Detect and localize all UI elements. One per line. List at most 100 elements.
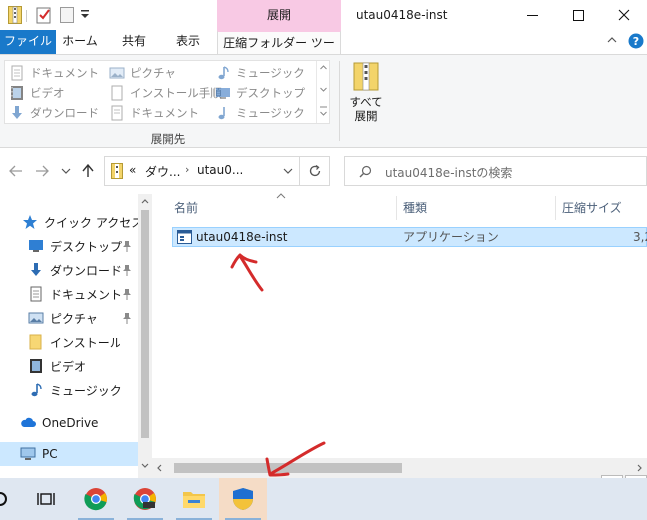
- file-explorer-icon[interactable]: [170, 478, 218, 520]
- dest-downloads[interactable]: ダウンロード: [9, 103, 99, 123]
- nav-label: ドキュメント: [50, 287, 123, 302]
- minimize-button[interactable]: [509, 0, 555, 30]
- zip-folder-icon: [111, 163, 123, 179]
- star-icon: [23, 215, 37, 229]
- nav-pc[interactable]: PC: [0, 442, 138, 466]
- dest-label: ビデオ: [30, 86, 65, 100]
- dest-label: デスクトップ: [236, 86, 305, 100]
- music-icon: [31, 383, 42, 397]
- pin-icon: [122, 288, 132, 300]
- address-dropdown-icon[interactable]: [283, 168, 293, 174]
- refresh-button[interactable]: [300, 156, 330, 186]
- properties-icon[interactable]: [36, 6, 52, 24]
- search-placeholder: utau0418e-instの検索: [385, 166, 513, 180]
- annotation-arrow: [262, 437, 328, 481]
- collapse-ribbon-icon[interactable]: [607, 36, 617, 44]
- destinations-scroll[interactable]: [316, 61, 329, 123]
- chrome-beta-icon[interactable]: [121, 478, 169, 520]
- new-folder-icon[interactable]: [60, 7, 74, 23]
- separator: [26, 10, 27, 22]
- tab-file[interactable]: ファイル: [0, 30, 56, 54]
- dest-desktop[interactable]: デスクトップ: [215, 83, 305, 103]
- window-title: utau0418e-inst: [356, 8, 448, 22]
- navigation-pane: クイック アクセス デスクトップ ダウンロード ドキュメント ピクチャ インスト…: [0, 194, 152, 478]
- search-icon[interactable]: [0, 478, 24, 520]
- tab-view[interactable]: 表示: [166, 30, 210, 54]
- file-type: アプリケーション: [403, 230, 499, 244]
- file-name: utau0418e-inst: [196, 230, 288, 244]
- address-bar[interactable]: « ダウ... › utau0...: [104, 156, 300, 186]
- navigation-pane-scrollbar[interactable]: [138, 194, 152, 478]
- dest-label: ピクチャ: [130, 66, 176, 80]
- taskbar: [0, 478, 647, 520]
- nav-label: ピクチャ: [50, 311, 98, 326]
- extract-all-label-1: すべて: [349, 95, 383, 109]
- computer-icon: [20, 447, 36, 460]
- annotation-arrow: [228, 250, 268, 294]
- nav-label: デスクトップ: [50, 239, 123, 254]
- task-view-icon[interactable]: [22, 478, 70, 520]
- tab-share[interactable]: 共有: [112, 30, 156, 54]
- music-icon: [218, 66, 229, 80]
- dest-install-guide[interactable]: インストール手順: [109, 83, 222, 103]
- dest-videos[interactable]: ビデオ: [9, 83, 65, 103]
- zip-folder-icon: [346, 61, 386, 91]
- document-icon: [111, 105, 123, 121]
- pin-icon: [122, 240, 132, 252]
- nav-label: クイック アクセス: [44, 215, 144, 230]
- desktop-icon: [29, 240, 43, 252]
- back-arrow-icon[interactable]: [6, 162, 26, 180]
- nav-install-guide[interactable]: インストール手順: [28, 330, 120, 354]
- nav-label: ダウンロード: [50, 263, 123, 278]
- document-icon: [111, 85, 123, 101]
- ribbon: ドキュメント ピクチャ ミュージック ビデオ インストール手順 デスクトップ ダ…: [0, 54, 647, 148]
- ribbon-separator: [339, 61, 340, 141]
- tab-home[interactable]: ホーム: [58, 30, 102, 54]
- extract-all-button[interactable]: すべて 展開: [346, 61, 386, 131]
- breadcrumb-downloads[interactable]: ダウ...: [145, 163, 180, 180]
- up-arrow-icon[interactable]: [78, 162, 98, 180]
- document-icon: [11, 65, 23, 81]
- column-header-name[interactable]: 名前: [168, 194, 396, 222]
- forward-arrow-icon[interactable]: [32, 162, 52, 180]
- breadcrumb-current[interactable]: utau0...: [197, 163, 243, 177]
- horizontal-scrollbar[interactable]: [152, 458, 647, 478]
- search-box[interactable]: utau0418e-instの検索: [344, 156, 647, 186]
- pin-icon: [122, 264, 132, 276]
- download-icon: [31, 263, 41, 276]
- nav-label: PC: [42, 447, 58, 461]
- application-icon: [177, 230, 192, 244]
- nav-label: ミュージック: [50, 383, 122, 398]
- dest-pictures[interactable]: ピクチャ: [109, 63, 176, 83]
- dest-documents-2[interactable]: ドキュメント: [109, 103, 199, 123]
- folder-icon: [29, 334, 42, 350]
- nav-label: ビデオ: [50, 359, 87, 374]
- nav-label: OneDrive: [42, 416, 99, 430]
- column-header-compressed-size[interactable]: 圧縮サイズ: [556, 194, 647, 222]
- dest-label: ドキュメント: [130, 106, 199, 120]
- cloud-icon: [21, 417, 36, 427]
- video-icon: [11, 86, 23, 100]
- ribbon-tab-bar: ファイル ホーム 共有 表示 圧縮フォルダー ツール ?: [0, 30, 647, 72]
- help-icon[interactable]: ?: [628, 33, 644, 49]
- installer-shield-icon[interactable]: [219, 478, 267, 520]
- close-button[interactable]: [601, 0, 647, 30]
- refresh-icon: [309, 164, 320, 177]
- maximize-button[interactable]: [555, 0, 601, 30]
- table-row[interactable]: utau0418e-inst アプリケーション 3,2: [172, 227, 647, 247]
- column-header-type[interactable]: 種類: [397, 194, 555, 222]
- quick-access-customize-icon[interactable]: [80, 9, 90, 19]
- title-bar: 展開 utau0418e-inst: [0, 0, 647, 30]
- recent-locations-icon[interactable]: [56, 162, 76, 180]
- dest-label: ミュージック: [236, 106, 305, 120]
- pin-icon: [122, 312, 132, 324]
- dest-documents[interactable]: ドキュメント: [9, 63, 99, 83]
- extract-destinations-list: ドキュメント ピクチャ ミュージック ビデオ インストール手順 デスクトップ ダ…: [4, 60, 330, 124]
- music-icon: [218, 107, 225, 120]
- breadcrumb-overflow[interactable]: «: [129, 163, 136, 177]
- zip-folder-icon[interactable]: [8, 6, 22, 24]
- chrome-icon[interactable]: [72, 478, 120, 520]
- tab-compressed-folder-tools[interactable]: 圧縮フォルダー ツール: [217, 30, 341, 72]
- dest-music-2[interactable]: ミュージック: [215, 103, 305, 123]
- dest-music[interactable]: ミュージック: [215, 63, 305, 83]
